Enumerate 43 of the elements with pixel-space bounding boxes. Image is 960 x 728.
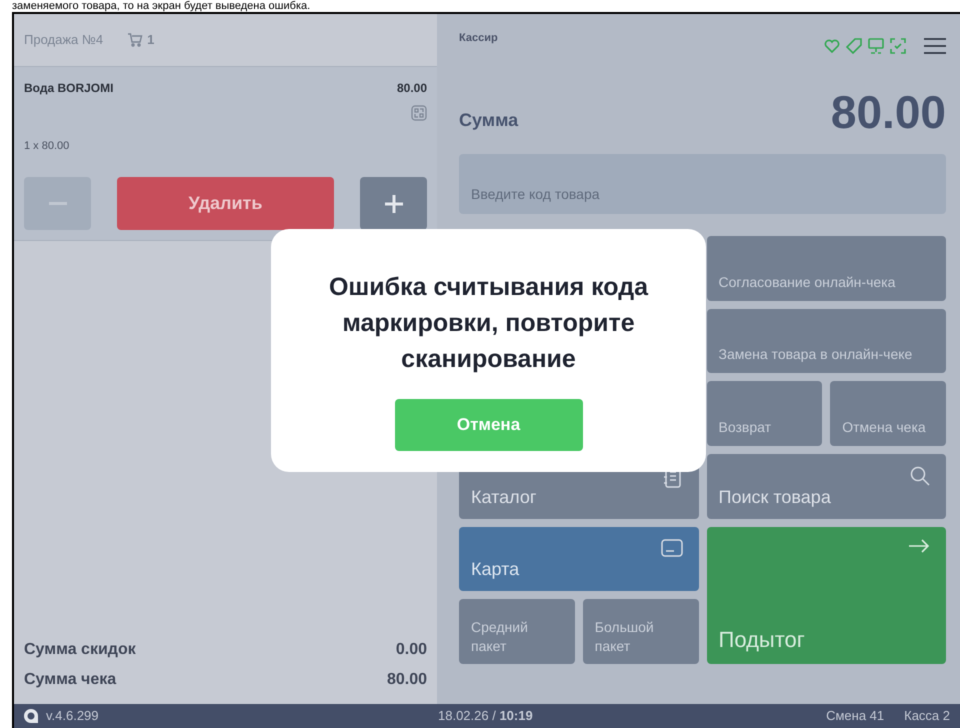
item-quantity: 1 x 80.00 xyxy=(24,140,70,152)
version-text: v.4.6.299 xyxy=(46,707,100,726)
logo-icon xyxy=(24,709,38,723)
cart-count: 1 xyxy=(147,31,154,50)
sum-label: Сумма xyxy=(459,109,518,132)
action-tile[interactable]: Согласование онлайн-чека xyxy=(706,236,946,301)
action-tile[interactable]: Большой пакет xyxy=(582,599,698,664)
error-message: Ошибка считывания кода маркировки, повторите сканирование xyxy=(328,272,650,375)
credit-card-icon xyxy=(660,538,682,557)
arrow-right-icon xyxy=(908,538,930,553)
delete-button[interactable]: Удалить xyxy=(117,177,334,230)
action-tile[interactable]: Подытог xyxy=(706,526,946,664)
cancel-button[interactable]: Отмена xyxy=(394,399,582,451)
date-time: 18.02.26 / 10:19 xyxy=(438,707,534,726)
plus-button[interactable] xyxy=(360,177,427,230)
cashier-label: Кассир xyxy=(459,31,498,46)
plus-icon xyxy=(384,194,402,212)
register-text: Касса 2 xyxy=(904,707,950,726)
shift-text: Смена 41 xyxy=(826,707,884,726)
item-price: 80.00 xyxy=(396,80,427,97)
action-tile[interactable]: Возврат xyxy=(706,381,822,446)
marking-code-icon xyxy=(411,105,427,121)
heart-icon xyxy=(824,39,840,53)
total-value: 0.00 xyxy=(396,640,427,660)
search-icon xyxy=(910,466,930,486)
item-name: Вода BORJOMI xyxy=(24,80,114,97)
tag-icon xyxy=(846,38,862,54)
menu-icon[interactable] xyxy=(924,38,946,54)
product-code-field[interactable]: Введите код товара xyxy=(459,154,946,214)
total-label: Сумма скидок xyxy=(24,640,136,660)
cart-icon xyxy=(127,33,144,47)
action-tile[interactable]: Карта xyxy=(459,526,698,592)
sum-value: 80.00 xyxy=(830,86,946,138)
monitor-icon xyxy=(868,38,884,54)
action-tile[interactable]: Поиск товара xyxy=(706,454,946,519)
total-label: Сумма чека xyxy=(24,670,116,690)
check-frame-icon xyxy=(890,38,906,54)
action-tile[interactable]: Замена товара в онлайн-чеке xyxy=(706,308,946,374)
caption-text: заменяемого товара, то на экран будет выведена ошибка. xyxy=(12,0,310,12)
action-tile[interactable]: Отмена чека xyxy=(830,381,946,446)
action-tile[interactable]: Средний пакет xyxy=(459,599,575,664)
total-value: 80.00 xyxy=(386,670,427,690)
sale-title: Продажа №4 xyxy=(24,31,104,50)
